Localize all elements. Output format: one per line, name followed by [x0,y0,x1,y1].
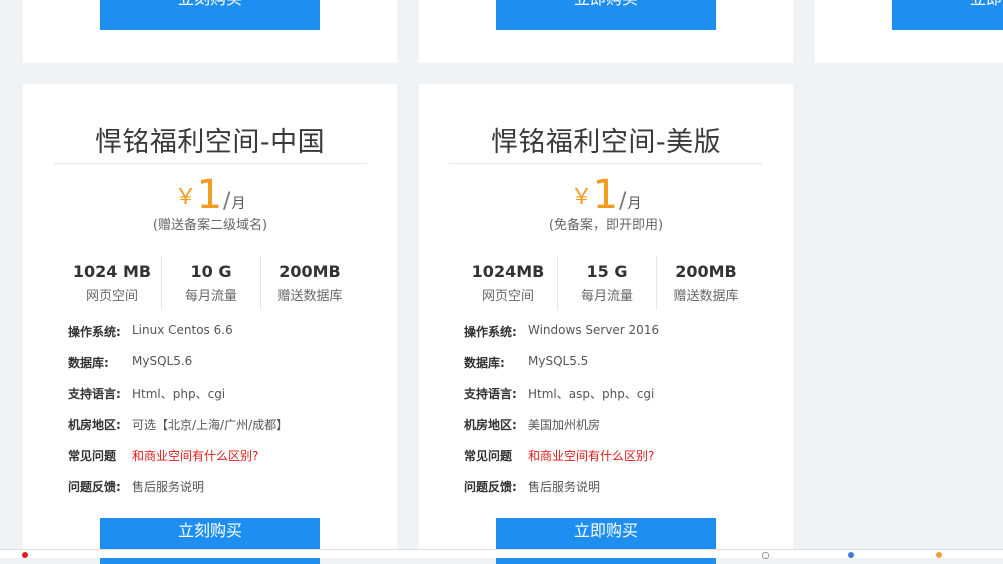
plan-title: 悍铭福利空间-中国 [94,127,326,158]
spec-key: 操作系统: [464,325,517,339]
price: ￥1/月 [419,172,793,218]
top-card-2: 立即购买 [419,0,793,63]
price-note: (免备案，即开即用) [548,218,664,233]
price-unit: 月 [627,196,642,212]
spec-key: 机房地区: [464,418,517,432]
spec-os: 操作系统: Linux Centos 6.6 [68,323,388,354]
buy-now-button[interactable]: 立即购买 [496,0,716,30]
spec-faq: 常见问题 和商业空间有什么区别? [68,447,388,478]
spec-feedback: 问题反馈: 售后服务说明 [68,478,388,509]
spec-value: 美国加州机房 [528,418,601,432]
divider [53,163,367,164]
stat-label: 每月流量 [184,289,237,304]
buy-now-button[interactable]: 立刻购买 [100,0,320,30]
stat-label: 赠送数据库 [673,289,739,304]
blue-dot-icon [848,552,854,558]
spec-database: 数据库: MySQL5.6 [68,354,388,385]
spec-languages: 支持语言: Html、asp、php、cgi [464,385,784,416]
spec-key: 常见问题 [68,449,117,463]
spec-key: 问题反馈: [68,480,121,494]
plan-stats: 1024 MB 网页空间 10 G 每月流量 200MB 赠送数据库 [63,256,359,310]
stat-label: 网页空间 [85,289,138,304]
spec-value: Windows Server 2016 [528,323,660,337]
stat-value: 200MB [279,262,341,281]
stat-traffic: 15 G 每月流量 [557,256,656,310]
spec-value: Html、php、cgi [132,387,226,401]
top-card-3: 立即 [815,0,1003,63]
stat-web-space: 1024 MB 网页空间 [63,256,161,310]
spec-key: 支持语言: [464,387,517,401]
top-card-1: 立刻购买 [23,0,397,63]
price: ￥1/月 [23,172,397,218]
stat-value: 200MB [675,262,737,281]
stat-web-space: 1024MB 网页空间 [459,256,557,310]
spec-value: MySQL5.5 [528,354,589,368]
spec-faq: 常见问题 和商业空间有什么区别? [464,447,784,478]
stat-value: 10 G [190,262,232,281]
red-dot-icon [22,552,28,558]
stat-database: 200MB 赠送数据库 [656,256,755,310]
faq-link[interactable]: 和商业空间有什么区别? [132,447,258,464]
price-value: 1 [592,172,619,218]
spec-value: Linux Centos 6.6 [132,323,233,337]
price-value: 1 [196,172,223,218]
spec-value: 可选【北京/上海/广州/成都】 [132,418,289,432]
plan-card-china: 悍铭福利空间-中国 ￥1/月 (赠送备案二级域名) 1024 MB 网页空间 1… [23,84,397,564]
plan-specs: 操作系统: Linux Centos 6.6 数据库: MySQL5.6 支持语言:… [68,323,388,509]
spec-value: MySQL5.6 [132,354,193,368]
price-unit: 月 [231,196,246,212]
spec-region: 机房地区: 美国加州机房 [464,416,784,447]
spec-os: 操作系统: Windows Server 2016 [464,323,784,354]
stat-database: 200MB 赠送数据库 [260,256,359,310]
stat-label: 网页空间 [481,289,534,304]
spec-region: 机房地区: 可选【北京/上海/广州/成都】 [68,416,388,447]
plan-specs: 操作系统: Windows Server 2016 数据库: MySQL5.5 支持… [464,323,784,509]
spec-value: 售后服务说明 [132,480,205,494]
divider [449,163,763,164]
price-slash: / [619,189,627,214]
stat-value: 1024 MB [72,262,152,281]
plan-card-us: 悍铭福利空间-美版 ￥1/月 (免备案，即开即用) 1024MB 网页空间 15… [419,84,793,564]
spec-key: 数据库: [464,356,505,370]
spec-feedback: 问题反馈: 售后服务说明 [464,478,784,509]
currency-symbol: ￥ [174,185,197,210]
circle-icon [762,552,769,559]
spec-key: 操作系统: [68,325,121,339]
price-slash: / [223,189,231,214]
spec-key: 支持语言: [68,387,121,401]
spec-key: 问题反馈: [464,480,517,494]
spec-key: 常见问题 [464,449,513,463]
plan-title: 悍铭福利空间-美版 [490,127,722,158]
stat-value: 15 G [586,262,628,281]
spec-value: 售后服务说明 [528,480,601,494]
spec-key: 机房地区: [68,418,121,432]
faq-link[interactable]: 和商业空间有什么区别? [528,447,654,464]
price-note: (赠送备案二级域名) [152,218,268,233]
orange-dot-icon [936,552,942,558]
spec-key: 数据库: [68,356,109,370]
stat-label: 赠送数据库 [277,289,343,304]
spec-value: Html、asp、php、cgi [528,387,655,401]
stat-value: 1024MB [471,262,545,281]
stat-label: 每月流量 [580,289,633,304]
spec-database: 数据库: MySQL5.5 [464,354,784,385]
stat-traffic: 10 G 每月流量 [161,256,260,310]
currency-symbol: ￥ [570,185,593,210]
plan-stats: 1024MB 网页空间 15 G 每月流量 200MB 赠送数据库 [459,256,755,310]
buy-now-button[interactable]: 立即 [892,0,1003,30]
spec-languages: 支持语言: Html、php、cgi [68,385,388,416]
